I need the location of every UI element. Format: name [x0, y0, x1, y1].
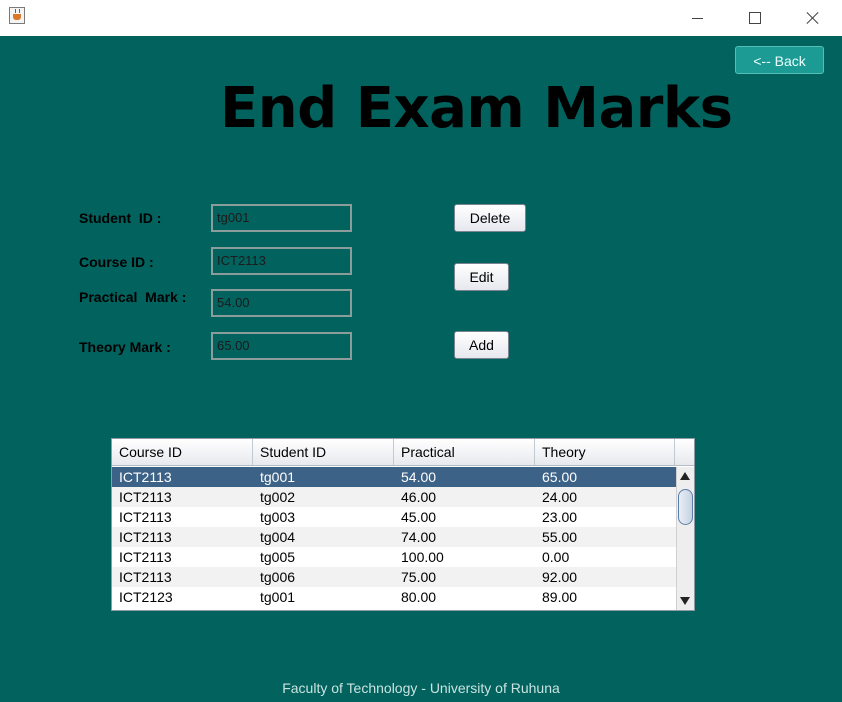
- table-cell: 65.00: [542, 469, 578, 485]
- table-cell: ICT2113: [119, 509, 172, 525]
- column-header-student-id[interactable]: Student ID: [253, 439, 394, 465]
- footer-text: Faculty of Technology - University of Ru…: [282, 680, 560, 696]
- table-cell: 55.00: [542, 529, 578, 545]
- maximize-button[interactable]: [732, 0, 778, 36]
- table-row[interactable]: ICT2113 tg006 75.00 92.00: [112, 567, 676, 587]
- column-header-practical[interactable]: Practical: [394, 439, 535, 465]
- table-cell: ICT2113: [119, 569, 172, 585]
- table-cell: tg004: [260, 529, 296, 545]
- table-cell: ICT2113: [119, 529, 172, 545]
- practical-mark-label: Practical Mark :: [79, 289, 187, 305]
- table-cell: 45.00: [401, 509, 437, 525]
- theory-mark-field[interactable]: 65.00: [211, 332, 352, 360]
- marks-table: Course ID Student ID Practical Theory IC…: [111, 438, 695, 611]
- table-cell: 23.00: [542, 509, 578, 525]
- table-cell: tg001: [260, 469, 296, 485]
- table-cell: 24.00: [542, 489, 578, 505]
- java-cup-icon: [9, 7, 25, 24]
- table-row[interactable]: ICT2113 tg005 100.00 0.00: [112, 547, 676, 567]
- page-title: End Exam Marks: [220, 76, 733, 141]
- table-cell: 0.00: [542, 549, 570, 565]
- practical-mark-field[interactable]: 54.00: [211, 289, 352, 317]
- close-icon: [806, 11, 820, 25]
- table-cell: 92.00: [542, 569, 578, 585]
- back-button[interactable]: <-- Back: [735, 46, 824, 74]
- minimize-icon: [691, 17, 703, 19]
- scroll-up-icon[interactable]: [680, 472, 690, 480]
- table-cell: ICT2113: [119, 549, 172, 565]
- table-cell: tg002: [260, 489, 296, 505]
- column-header-course-id[interactable]: Course ID: [112, 439, 253, 465]
- scroll-down-icon[interactable]: [680, 597, 690, 605]
- table-cell: ICT2113: [119, 489, 172, 505]
- column-header-theory[interactable]: Theory: [535, 439, 675, 465]
- student-id-label: Student ID :: [79, 210, 162, 226]
- table-row[interactable]: ICT2113 tg001 54.00 65.00: [112, 467, 676, 487]
- delete-button[interactable]: Delete: [454, 204, 526, 232]
- table-cell: 46.00: [401, 489, 437, 505]
- student-id-field[interactable]: tg001: [211, 204, 352, 232]
- title-bar: [0, 0, 842, 36]
- table-cell: ICT2113: [119, 469, 172, 485]
- table-cell: 89.00: [542, 589, 578, 605]
- course-id-label: Course ID :: [79, 254, 154, 270]
- table-cell: 100.00: [401, 549, 444, 565]
- table-row[interactable]: ICT2123 tg001 80.00 89.00: [112, 587, 676, 607]
- maximize-icon: [749, 12, 761, 24]
- add-button[interactable]: Add: [454, 331, 509, 359]
- table-cell: 54.00: [401, 469, 437, 485]
- main-panel: <-- Back End Exam Marks Student ID : tg0…: [0, 36, 842, 702]
- table-cell: tg005: [260, 549, 296, 565]
- minimize-button[interactable]: [674, 0, 720, 36]
- scroll-thumb[interactable]: [678, 489, 693, 525]
- table-scrollbar[interactable]: [676, 467, 694, 610]
- table-cell: ICT2123: [119, 589, 173, 605]
- theory-mark-label: Theory Mark :: [79, 339, 171, 355]
- table-cell: tg003: [260, 509, 296, 525]
- table-row[interactable]: ICT2113 tg002 46.00 24.00: [112, 487, 676, 507]
- table-cell: tg001: [260, 589, 296, 605]
- table-header: Course ID Student ID Practical Theory: [112, 439, 694, 466]
- table-cell: 75.00: [401, 569, 437, 585]
- close-button[interactable]: [790, 0, 836, 36]
- table-cell: 80.00: [401, 589, 437, 605]
- table-cell: 74.00: [401, 529, 437, 545]
- table-cell: tg006: [260, 569, 296, 585]
- table-row[interactable]: ICT2113 tg004 74.00 55.00: [112, 527, 676, 547]
- table-body: ICT2113 tg001 54.00 65.00 ICT2113 tg002 46.00 2…: [112, 467, 676, 607]
- edit-button[interactable]: Edit: [454, 263, 509, 291]
- course-id-field[interactable]: ICT2113: [211, 247, 352, 275]
- table-row[interactable]: ICT2113 tg003 45.00 23.00: [112, 507, 676, 527]
